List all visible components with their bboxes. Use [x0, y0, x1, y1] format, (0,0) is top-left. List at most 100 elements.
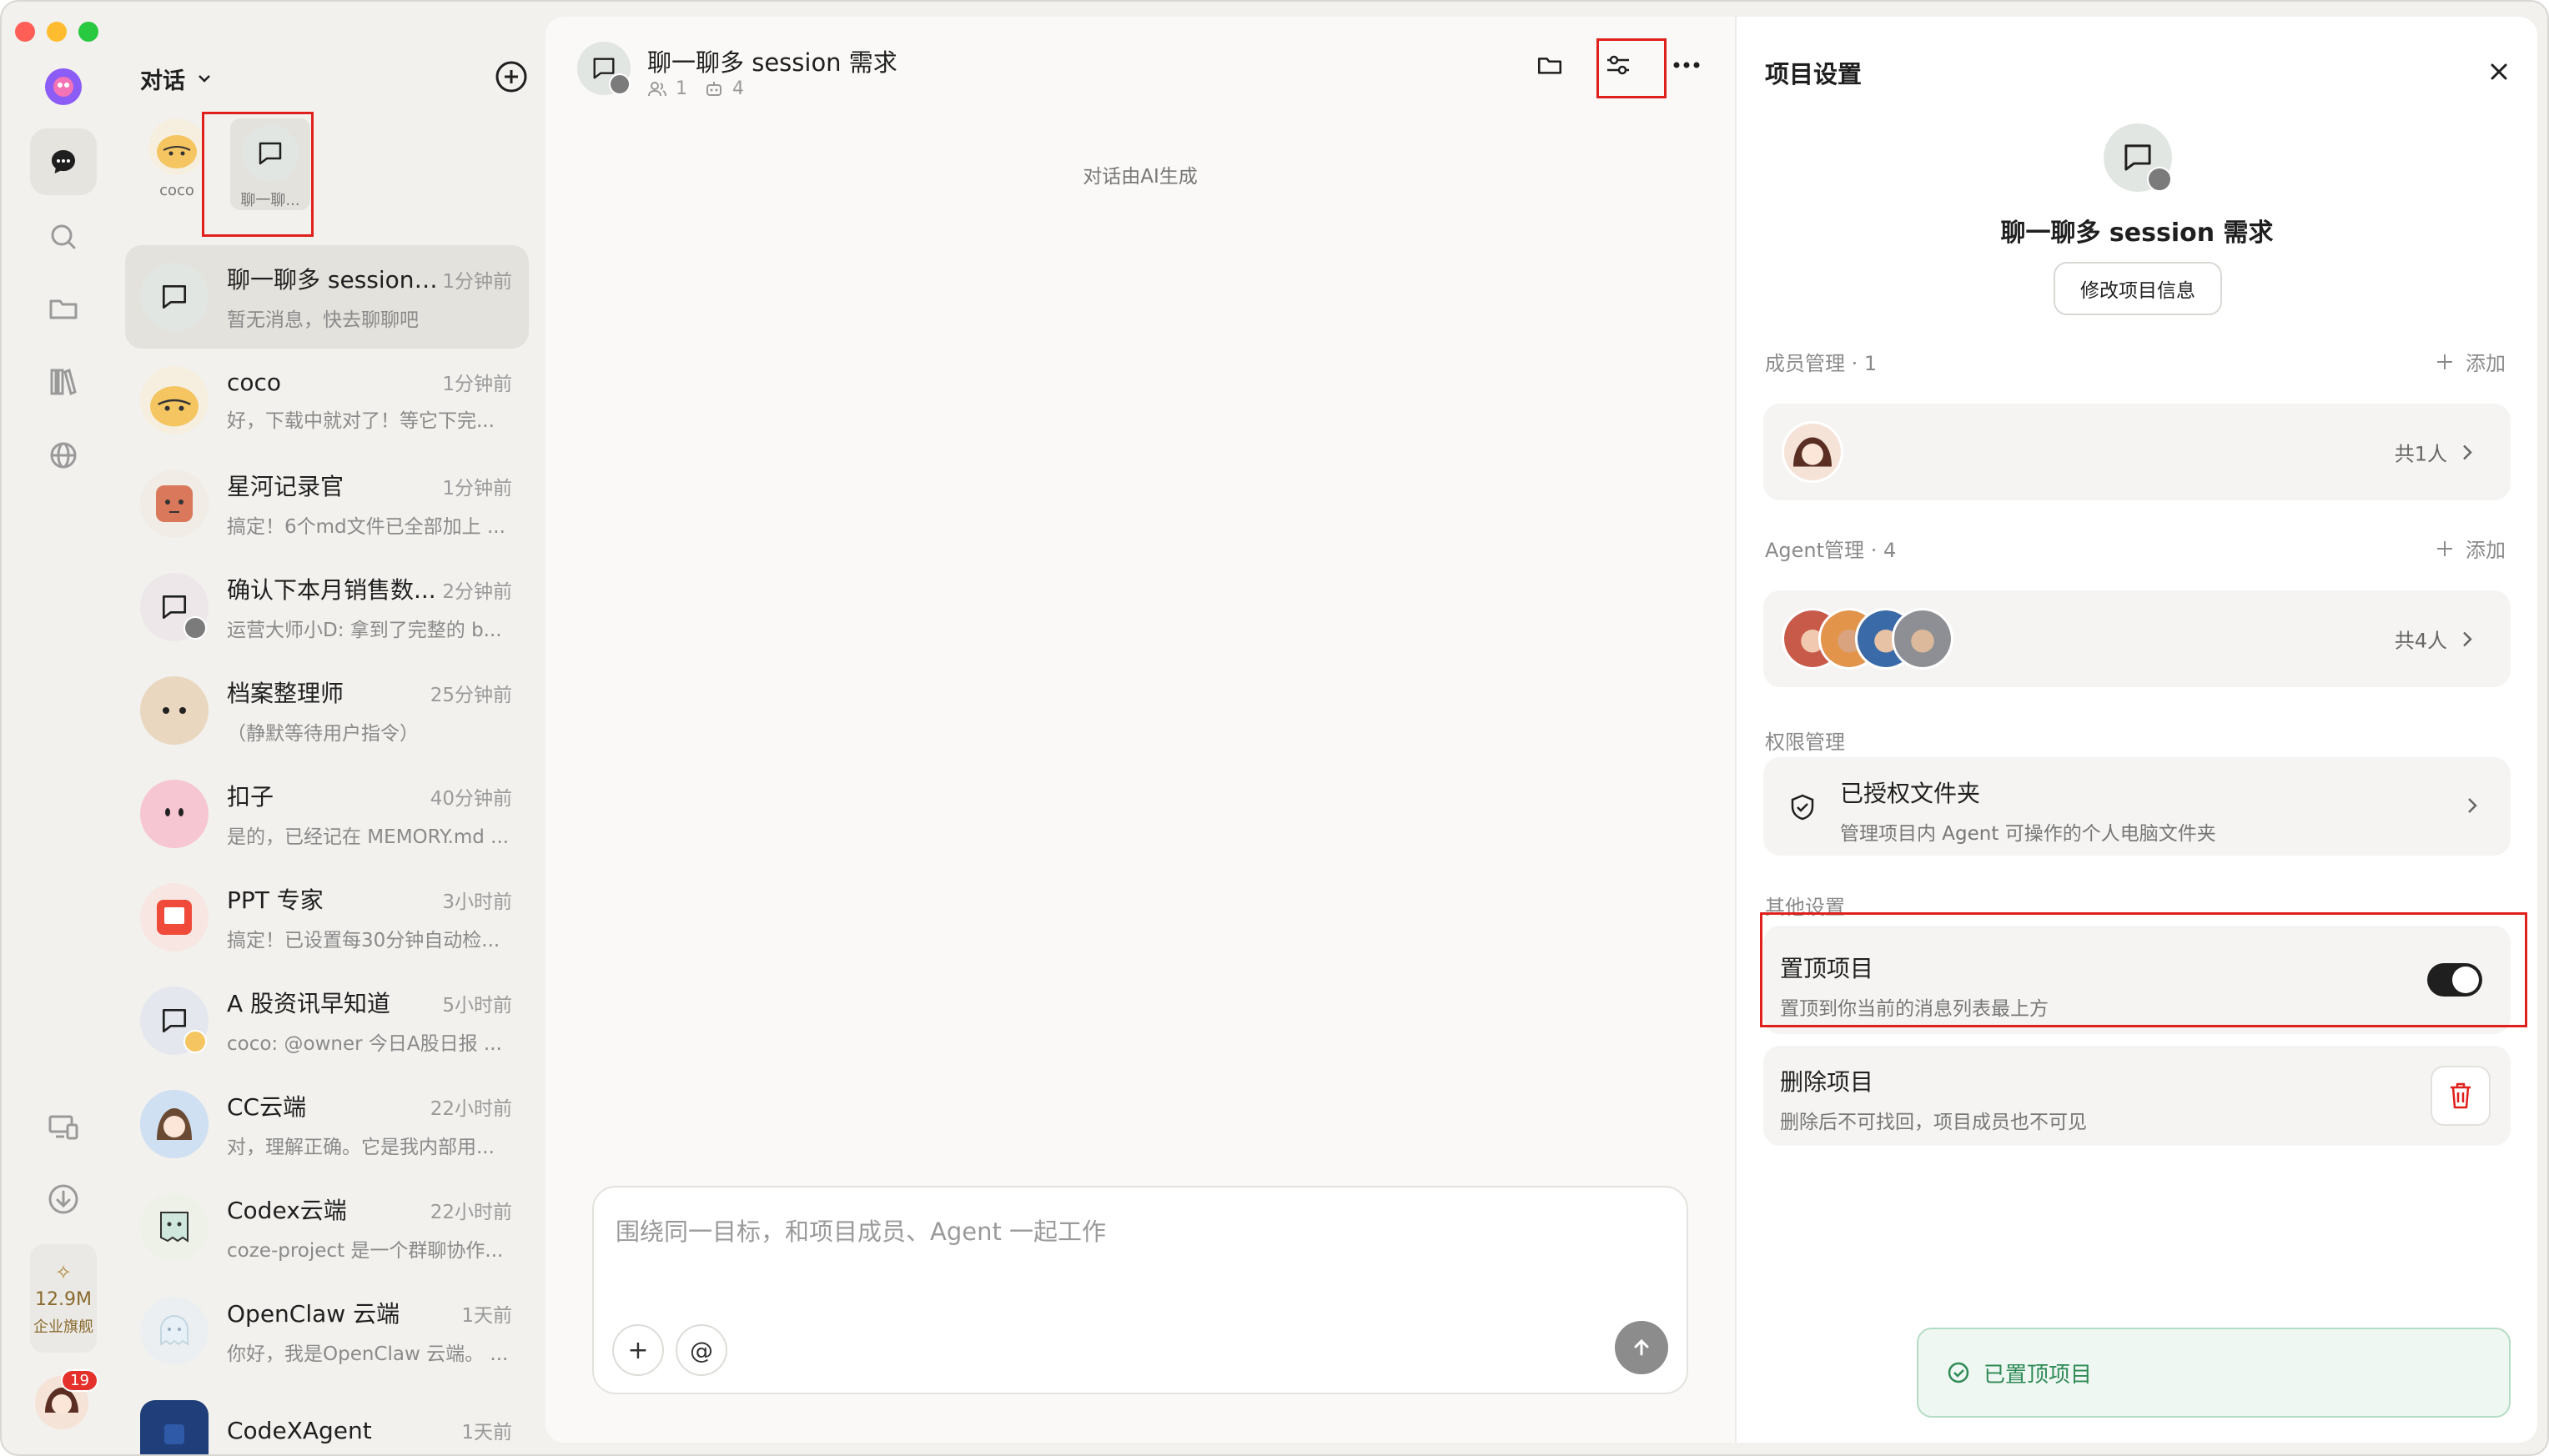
pin-project-toggle[interactable] — [2427, 963, 2482, 997]
pin-project-title: 置顶项目 — [1780, 955, 1874, 982]
avatar — [140, 366, 209, 434]
message-square-icon — [162, 595, 187, 620]
user-avatar[interactable]: 19 — [35, 1369, 98, 1429]
avatar — [140, 573, 209, 641]
rail-folder[interactable] — [30, 275, 97, 342]
list-item-preview: 对，理解正确。它是我内部用... — [227, 1137, 495, 1158]
agent-label: Agent管理 — [1765, 539, 1865, 562]
library-icon — [50, 368, 77, 396]
folder-icon — [49, 299, 78, 319]
send-button[interactable] — [1615, 1321, 1668, 1374]
list-item[interactable]: PPT 专家 3小时前 搞定！已设置每30分钟自动检... — [125, 866, 529, 969]
list-item-name: A 股资讯早知道 — [227, 990, 391, 1017]
list-item-time: 5小时前 — [442, 995, 512, 1017]
plus-icon — [2437, 354, 2452, 369]
separator-dot: · — [1851, 352, 1858, 375]
list-item[interactable]: CodeXAgent 1天前 — [125, 1383, 529, 1454]
list-item-preview: coco: @owner 今日A股日报 ... — [227, 1033, 502, 1055]
at-icon: @ — [690, 1336, 713, 1364]
rail-chat[interactable] — [30, 128, 97, 195]
delete-project-desc: 删除后不可找回，项目成员也不可见 — [1780, 1112, 2087, 1133]
message-composer[interactable]: 围绕同一目标，和项目成员、Agent 一起工作 + @ — [592, 1186, 1688, 1394]
member-card[interactable]: 共1人 — [1763, 404, 2511, 500]
face-icon — [163, 707, 186, 714]
pin-project-card: 置顶项目 置顶到你当前的消息列表最上方 — [1763, 926, 2511, 1034]
group-badge-icon — [184, 616, 207, 640]
member-avatar-icon — [1782, 421, 1843, 483]
list-item[interactable]: 扣子 40分钟前 是的，已经记在 MEMORY.md ... — [125, 762, 529, 866]
chevron-right-icon — [2463, 631, 2472, 646]
agent-card[interactable]: 共4人 — [1763, 590, 2511, 687]
sparkle-icon: ✧ — [54, 1260, 73, 1284]
rail-devices[interactable] — [30, 1094, 97, 1161]
close-settings-button[interactable] — [2481, 53, 2517, 90]
list-item[interactable]: 确认下本月销售数... 2分钟前 运营大师小D: 拿到了完整的 b... — [125, 555, 529, 659]
pinned-item[interactable]: coco — [137, 118, 217, 210]
avatar — [140, 883, 209, 951]
members-icon — [648, 81, 666, 96]
search-icon — [51, 224, 76, 249]
permission-section-label: 权限管理 — [1765, 731, 1845, 754]
more-button[interactable] — [1663, 42, 1710, 88]
edit-project-button[interactable]: 修改项目信息 — [2054, 262, 2222, 315]
rail-download[interactable] — [30, 1166, 97, 1233]
sliders-icon — [1607, 55, 1629, 75]
authorized-folders-card[interactable]: 已授权文件夹 管理项目内 Agent 可操作的个人电脑文件夹 — [1763, 757, 2511, 856]
chat-actions — [1526, 42, 1710, 88]
delete-project-title: 删除项目 — [1780, 1068, 1874, 1096]
chat-stats: 1 4 — [647, 78, 744, 99]
settings-toggle-button[interactable] — [1595, 42, 1642, 88]
app-logo[interactable] — [30, 53, 97, 120]
list-item-time: 22小时前 — [430, 1202, 512, 1223]
conversation-filter[interactable]: 对话 — [140, 63, 212, 95]
paper-creature-icon — [160, 1212, 189, 1243]
rail-library[interactable] — [30, 349, 97, 415]
more-horizontal-icon — [1673, 62, 1700, 68]
globe-icon — [50, 442, 77, 469]
project-avatar[interactable] — [577, 42, 631, 95]
chat-icon — [52, 150, 75, 173]
list-item-time: 1分钟前 — [442, 374, 512, 395]
pinned-item[interactable]: 聊一聊... — [230, 118, 310, 210]
storage-widget[interactable]: ✧ 12.9M 企业旗舰 — [30, 1244, 97, 1353]
rail-globe[interactable] — [30, 422, 97, 489]
files-button[interactable] — [1526, 42, 1573, 88]
list-item-name: 聊一聊多 session ... — [227, 266, 443, 294]
list-item[interactable]: OpenClaw 云端 1天前 你好，我是OpenClaw 云端。 ... — [125, 1279, 529, 1383]
notification-badge: 19 — [61, 1369, 98, 1392]
add-agent-button[interactable]: 添加 — [2436, 534, 2506, 563]
agent-section-label: Agent管理 · 4 — [1765, 534, 1896, 563]
attach-button[interactable]: + — [612, 1324, 664, 1376]
delete-project-button[interactable] — [2431, 1066, 2491, 1126]
new-conversation-button[interactable] — [494, 59, 529, 98]
chat-area: 聊一聊多 session 需求 1 4 对话由AI生成 围绕同一目标，和项目成员… — [545, 17, 1735, 1443]
rail-search[interactable] — [30, 203, 97, 270]
list-item-preview: 是的，已经记在 MEMORY.md ... — [227, 826, 510, 848]
list-item[interactable]: 星河记录官 1分钟前 搞定！6个md文件已全部加上 ... — [125, 452, 529, 555]
shield-check-icon — [1791, 794, 1814, 821]
message-square-icon — [259, 142, 282, 165]
avatar — [140, 1090, 209, 1158]
list-item[interactable]: A 股资讯早知道 5小时前 coco: @owner 今日A股日报 ... — [125, 969, 529, 1072]
list-item[interactable]: 聊一聊多 session ... 1分钟前 暂无消息，快去聊聊吧 — [125, 245, 529, 349]
list-item-time: 2分钟前 — [442, 581, 512, 603]
list-item-preview: （静默等待用户指令） — [227, 723, 419, 745]
conversation-title: 对话 — [140, 68, 185, 94]
member-label: 成员管理 — [1765, 352, 1845, 375]
list-item-time: 40分钟前 — [430, 788, 512, 810]
list-item[interactable]: coco 1分钟前 好，下载中就对了！等它下完... — [125, 349, 529, 452]
list-item-time: 1天前 — [461, 1305, 512, 1327]
list-item[interactable]: CC云端 22小时前 对，理解正确。它是我内部用... — [125, 1072, 529, 1176]
avatar — [140, 469, 209, 538]
list-item[interactable]: Codex云端 22小时前 coze-project 是一个群聊协作... — [125, 1176, 529, 1279]
add-member-button[interactable]: 添加 — [2436, 347, 2506, 376]
list-item[interactable]: 档案整理师 25分钟前 （静默等待用户指令） — [125, 659, 529, 762]
coco-badge-icon — [184, 1030, 207, 1053]
mention-button[interactable]: @ — [676, 1324, 727, 1376]
plus-circle-icon — [495, 61, 527, 93]
ghost-icon — [160, 1315, 189, 1346]
group-badge-icon — [2147, 167, 2172, 192]
add-label: 添加 — [2466, 352, 2506, 375]
toast-notification: 已置顶项目 — [1917, 1328, 2511, 1418]
avatar — [140, 676, 209, 745]
